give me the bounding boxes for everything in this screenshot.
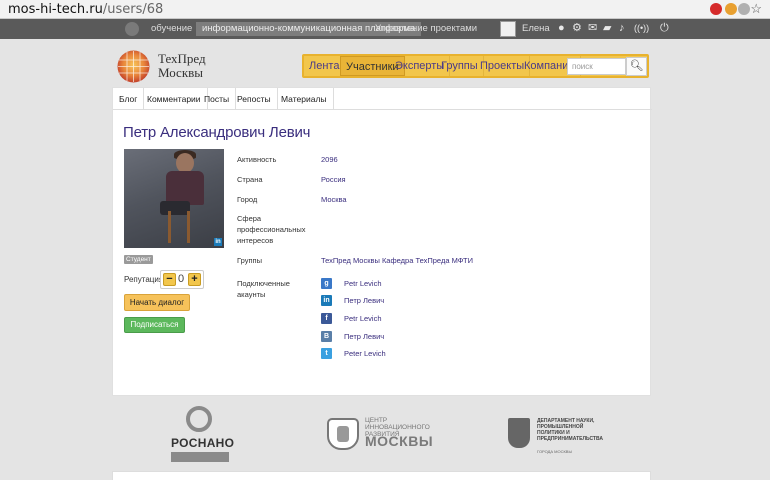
- country-label: Страна: [237, 175, 263, 184]
- extension-icon[interactable]: [710, 3, 722, 15]
- account-label[interactable]: Петр Левич: [344, 296, 384, 305]
- bell-icon[interactable]: ♪: [619, 22, 625, 35]
- page-title: Петр Александрович Левич: [123, 124, 311, 141]
- broadcast-icon[interactable]: ((•)): [634, 22, 649, 35]
- groups-value[interactable]: ТехПред Москвы Кафедра ТехПреда МФТИ: [321, 255, 473, 266]
- reputation-minus-button[interactable]: −: [163, 273, 176, 286]
- mail-icon[interactable]: ✉: [588, 22, 597, 35]
- next-section-card: [112, 471, 651, 480]
- account-label[interactable]: Petr Levich: [344, 314, 382, 323]
- site-logo-icon[interactable]: [125, 22, 139, 36]
- tab-blog[interactable]: Блог: [113, 88, 145, 110]
- url-path: /users/68: [102, 2, 164, 17]
- reputation-value: 0: [178, 273, 185, 285]
- linkedin-icon: in: [321, 295, 332, 306]
- top-navigation-bar: обучение информационно-коммуникационная …: [0, 19, 770, 39]
- search-input[interactable]: поиск: [567, 58, 626, 75]
- reputation-plus-button[interactable]: +: [188, 273, 201, 286]
- city-value[interactable]: Москва: [321, 194, 347, 205]
- tab-reposts[interactable]: Репосты: [231, 88, 278, 110]
- search-icon: 🔍︎: [629, 60, 644, 72]
- twitter-icon: t: [321, 348, 332, 359]
- moscow-crest-icon[interactable]: [327, 418, 359, 450]
- groups-label: Группы: [237, 256, 262, 265]
- status-badge: Студент: [124, 255, 153, 264]
- extension-icon[interactable]: [738, 3, 750, 15]
- rosnano-logo-icon[interactable]: [186, 406, 212, 432]
- account-label[interactable]: Peter Levich: [344, 349, 386, 358]
- department-logo-title: ДЕПАРТАМЕНТ НАУКИ, ПРОМЫШЛЕННОЙ ПОЛИТИКИ…: [537, 418, 603, 442]
- browser-address-bar[interactable]: mos-hi-tech.ru/users/68 ☆: [0, 0, 770, 19]
- chat-icon[interactable]: ▰: [603, 22, 611, 35]
- bookmark-star-icon[interactable]: ☆: [750, 1, 762, 17]
- google-icon: g: [321, 278, 332, 289]
- user-name[interactable]: Елена: [522, 23, 550, 34]
- brand-title[interactable]: ТехПред Москвы: [158, 52, 206, 80]
- power-icon[interactable]: ⏻: [660, 22, 669, 35]
- vk-icon: B: [321, 331, 332, 342]
- search-button[interactable]: 🔍︎: [626, 57, 647, 76]
- cir-logo-title: МОСКВЫ: [365, 433, 434, 449]
- plus-icon[interactable]: ●: [558, 22, 565, 35]
- country-value[interactable]: Россия: [321, 174, 346, 185]
- url-host: mos-hi-tech.ru: [8, 2, 103, 17]
- main-navigation: Лента Участники Эксперты Группы Проекты …: [302, 54, 649, 78]
- account-label[interactable]: Петр Левич: [344, 332, 384, 341]
- url-text[interactable]: mos-hi-tech.ru/users/68: [8, 2, 163, 17]
- profile-photo: in: [124, 149, 224, 248]
- tab-materials[interactable]: Материалы: [275, 88, 334, 110]
- activity-label: Активность: [237, 155, 277, 164]
- gear-icon[interactable]: ⚙: [572, 22, 582, 35]
- facebook-icon: f: [321, 313, 332, 324]
- city-label: Город: [237, 195, 258, 204]
- brand-line-1: ТехПред: [158, 51, 206, 66]
- topnav-item-learning[interactable]: обучение: [151, 23, 192, 34]
- interests-label: Сфера профессиональных интересов: [237, 214, 306, 245]
- accounts-label: Подключенные акаунты: [237, 279, 290, 299]
- profile-card: Блог Комментарии Посты Репосты Материалы…: [112, 87, 652, 396]
- moscow-crest-icon[interactable]: [508, 418, 530, 448]
- reputation-control: − 0 +: [160, 270, 204, 289]
- user-avatar[interactable]: [500, 21, 516, 37]
- linkedin-icon[interactable]: in: [214, 238, 222, 246]
- topnav-item-projects[interactable]: Управление проектами: [375, 23, 477, 34]
- extension-icon[interactable]: [725, 3, 737, 15]
- rosnano-logo-strip: [171, 452, 229, 462]
- account-label[interactable]: Petr Levich: [344, 279, 382, 288]
- brand-line-2: Москвы: [158, 65, 204, 80]
- start-dialog-button[interactable]: Начать диалог: [124, 294, 190, 311]
- techpred-logo-icon[interactable]: [117, 50, 150, 83]
- rosnano-logo-text: РОСНАНО: [171, 436, 235, 450]
- department-logo-subtitle: ГОРОДА МОСКВЫ: [537, 449, 573, 454]
- activity-value: 2096: [321, 155, 338, 164]
- reputation-label: Репутация: [124, 275, 164, 284]
- profile-tabs: Блог Комментарии Посты Репосты Материалы: [113, 88, 652, 110]
- subscribe-button[interactable]: Подписаться: [124, 317, 185, 333]
